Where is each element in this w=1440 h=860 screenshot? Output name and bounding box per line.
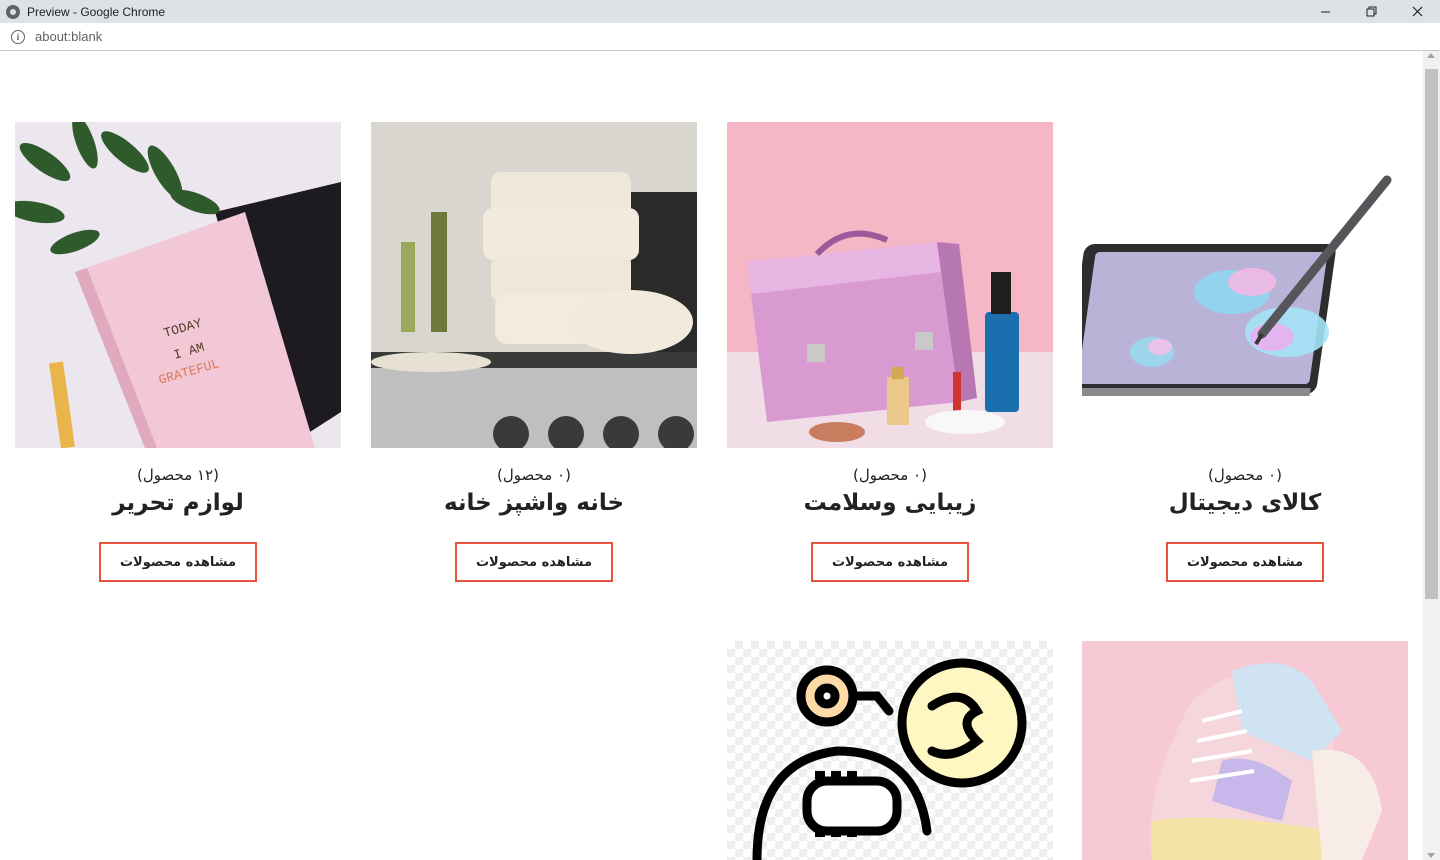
category-image-stationery[interactable]: TODAY I AM GRATEFUL xyxy=(15,122,341,448)
category-count: (۱۲ محصول) xyxy=(137,466,219,484)
minimize-button[interactable] xyxy=(1302,0,1348,23)
category-card-gaming xyxy=(727,641,1053,860)
category-image-beauty[interactable] xyxy=(727,122,1053,448)
minimize-icon xyxy=(1320,11,1330,13)
category-card-shoes xyxy=(1082,641,1408,860)
window-controls xyxy=(1302,0,1440,23)
cosmetic-case-icon xyxy=(727,230,1053,448)
category-name[interactable]: زیبایی وسلامت xyxy=(727,490,1053,516)
robot-planet-icon xyxy=(752,658,1027,860)
view-products-button[interactable]: مشاهده محصولات xyxy=(455,542,613,582)
page-viewport: (۰ محصول) کالای دیجیتال مشاهده محصولات (… xyxy=(0,51,1423,860)
view-products-button[interactable]: مشاهده محصولات xyxy=(811,542,969,582)
category-image-kitchen[interactable] xyxy=(371,122,697,448)
category-card-digital: (۰ محصول) کالای دیجیتال مشاهده محصولات xyxy=(1082,122,1408,582)
notebook-plant-icon: TODAY I AM GRATEFUL xyxy=(15,122,341,448)
info-icon[interactable]: i xyxy=(11,29,25,44)
sneakers-icon xyxy=(1150,663,1382,860)
category-count: (۰ محصول) xyxy=(497,466,571,484)
vertical-scrollbar[interactable] xyxy=(1423,51,1440,860)
category-count: (۰ محصول) xyxy=(853,466,927,484)
address-bar[interactable]: i about:blank xyxy=(0,23,1440,51)
category-image-gaming[interactable] xyxy=(727,641,1053,860)
category-name[interactable]: کالای دیجیتال xyxy=(1082,490,1408,516)
view-products-button[interactable]: مشاهده محصولات xyxy=(1166,542,1324,582)
category-card-stationery: TODAY I AM GRATEFUL (۱۲ محصول) لوازم تحر… xyxy=(15,122,341,582)
chrome-icon xyxy=(6,4,20,19)
category-name[interactable]: لوازم تحریر xyxy=(15,490,341,516)
window-title: Preview - Google Chrome xyxy=(27,4,166,19)
category-image-shoes[interactable] xyxy=(1082,641,1408,860)
tablet-pen-icon xyxy=(1082,175,1392,396)
view-products-button[interactable]: مشاهده محصولات xyxy=(99,542,257,582)
close-button[interactable] xyxy=(1394,0,1440,23)
close-icon xyxy=(1412,6,1422,17)
url-text[interactable]: about:blank xyxy=(35,29,102,44)
scroll-thumb[interactable] xyxy=(1425,69,1438,599)
scroll-down-arrow-icon[interactable] xyxy=(1427,853,1435,858)
category-name[interactable]: خانه واشپز خانه xyxy=(371,490,697,516)
restore-button[interactable] xyxy=(1348,0,1394,23)
cookware-icon xyxy=(371,122,697,448)
restore-icon xyxy=(1366,6,1376,17)
category-count: (۰ محصول) xyxy=(1208,466,1282,484)
category-card-kitchen: (۰ محصول) خانه واشپز خانه مشاهده محصولات xyxy=(371,122,697,582)
browser-titlebar: Preview - Google Chrome xyxy=(0,0,1440,23)
category-card-beauty: (۰ محصول) زیبایی وسلامت مشاهده محصولات xyxy=(727,122,1053,582)
category-image-digital[interactable] xyxy=(1082,122,1408,448)
scroll-up-arrow-icon[interactable] xyxy=(1427,53,1435,58)
